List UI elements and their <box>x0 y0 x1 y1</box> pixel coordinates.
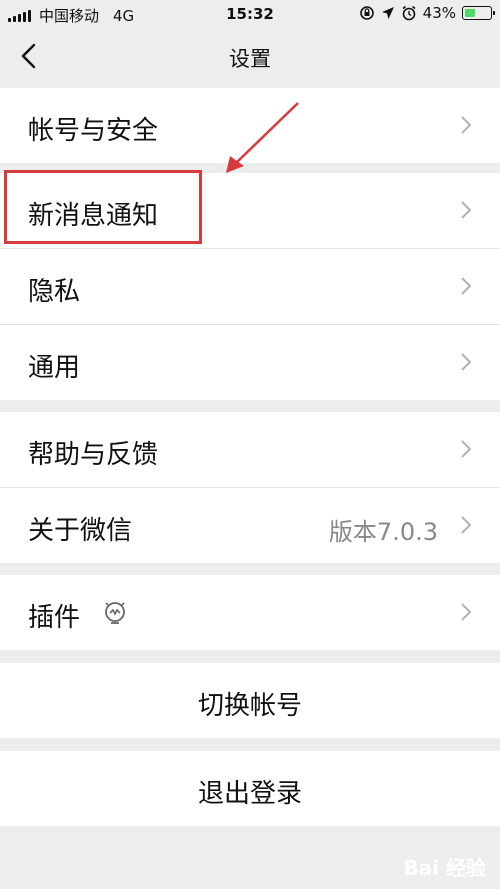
logout-button[interactable]: 退出登录 <box>0 751 500 826</box>
settings-item-label: 关于微信 <box>28 516 133 546</box>
chevron-right-icon <box>461 603 472 621</box>
location-icon <box>381 7 394 19</box>
nav-bar: 设置 <box>0 28 500 84</box>
settings-item-label: 插件 <box>28 603 81 633</box>
chevron-right-icon <box>461 277 472 295</box>
settings-group-account: 帐号与安全 <box>0 88 500 163</box>
settings-item-plugins[interactable]: 插件 <box>0 575 500 650</box>
settings-group-plugins: 插件 <box>0 575 500 650</box>
settings-item-label: 隐私 <box>28 277 81 307</box>
status-right: 43% <box>359 4 495 22</box>
settings-group-help: 帮助与反馈 关于微信 版本7.0.3 <box>0 412 500 563</box>
battery-icon <box>462 6 495 20</box>
settings-item-help-feedback[interactable]: 帮助与反馈 <box>0 412 500 488</box>
page-title: 设置 <box>229 47 271 71</box>
rotation-lock-icon <box>359 6 374 20</box>
settings-item-privacy[interactable]: 隐私 <box>0 249 500 325</box>
switch-account-label: 切换帐号 <box>197 691 302 721</box>
settings-item-about[interactable]: 关于微信 版本7.0.3 <box>0 488 500 563</box>
chevron-right-icon <box>461 516 472 534</box>
chevron-right-icon <box>461 201 472 219</box>
settings-item-label: 帮助与反馈 <box>28 440 159 470</box>
logout-label: 退出登录 <box>197 779 302 809</box>
chevron-right-icon <box>461 353 472 371</box>
settings-item-account-security[interactable]: 帐号与安全 <box>0 88 500 163</box>
settings-item-label: 通用 <box>28 353 81 383</box>
status-bar: 中国移动 4G 15:32 43% <box>0 0 500 28</box>
chevron-right-icon <box>461 440 472 458</box>
alarm-icon <box>402 5 416 21</box>
settings-item-general[interactable]: 通用 <box>0 325 500 400</box>
switch-account-button[interactable]: 切换帐号 <box>0 663 500 738</box>
settings-item-label: 帐号与安全 <box>28 116 159 146</box>
logout-group: 退出登录 <box>0 751 500 826</box>
watermark: Bai 经验 <box>403 856 486 880</box>
plugin-icon <box>105 602 125 624</box>
version-value: 版本7.0.3 <box>328 518 438 546</box>
battery-percent: 43% <box>422 4 456 22</box>
highlight-box <box>4 170 202 244</box>
switch-account-group: 切换帐号 <box>0 663 500 738</box>
chevron-right-icon <box>461 116 472 134</box>
